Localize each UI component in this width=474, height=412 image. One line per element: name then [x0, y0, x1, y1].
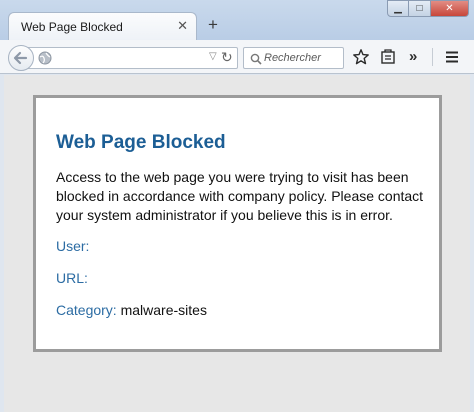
bookmark-star-icon[interactable]	[352, 48, 370, 66]
tab-active[interactable]: Web Page Blocked ✕	[8, 12, 197, 41]
close-window-icon[interactable]: ✕	[431, 0, 469, 17]
navigation-toolbar: ▽ ↻ »	[0, 40, 474, 74]
overflow-chevron-icon[interactable]: »	[409, 48, 427, 66]
url-bar[interactable]: ▽ ↻	[28, 47, 238, 69]
url-history-dropdown-icon[interactable]: ▽	[209, 51, 217, 62]
bookmarks-menu-icon[interactable]	[379, 48, 397, 66]
category-label: Category:	[56, 302, 117, 318]
blocked-notice-card: Web Page Blocked Access to the web page …	[33, 95, 442, 352]
page-content: Web Page Blocked Access to the web page …	[4, 75, 470, 412]
back-arrow-icon	[13, 51, 28, 65]
url-label: URL:	[56, 270, 88, 286]
search-icon	[250, 52, 262, 70]
reload-icon[interactable]: ↻	[221, 49, 233, 66]
user-label: User:	[56, 238, 90, 254]
url-field: URL:	[56, 270, 88, 286]
page-heading: Web Page Blocked	[56, 132, 226, 153]
globe-icon	[38, 51, 52, 70]
toolbar-divider	[432, 48, 433, 66]
tab-title: Web Page Blocked	[21, 20, 123, 34]
hamburger-menu-icon[interactable]	[443, 48, 461, 66]
block-message: Access to the web page you were trying t…	[56, 169, 424, 223]
minimize-window-icon[interactable]: ▁	[387, 0, 409, 17]
title-bar: Web Page Blocked ✕ + ▁ □ ✕	[0, 0, 474, 41]
tab-close-icon[interactable]: ✕	[177, 18, 188, 34]
back-button[interactable]	[8, 45, 34, 71]
search-input[interactable]	[264, 50, 342, 66]
category-field: Category: malware-sites	[56, 302, 207, 318]
user-field: User:	[56, 238, 89, 254]
category-value: malware-sites	[120, 302, 207, 318]
new-tab-plus-icon[interactable]: +	[204, 16, 222, 34]
window-controls: ▁ □ ✕	[387, 0, 469, 19]
search-bar[interactable]	[243, 47, 344, 69]
maximize-window-icon[interactable]: □	[409, 0, 431, 17]
